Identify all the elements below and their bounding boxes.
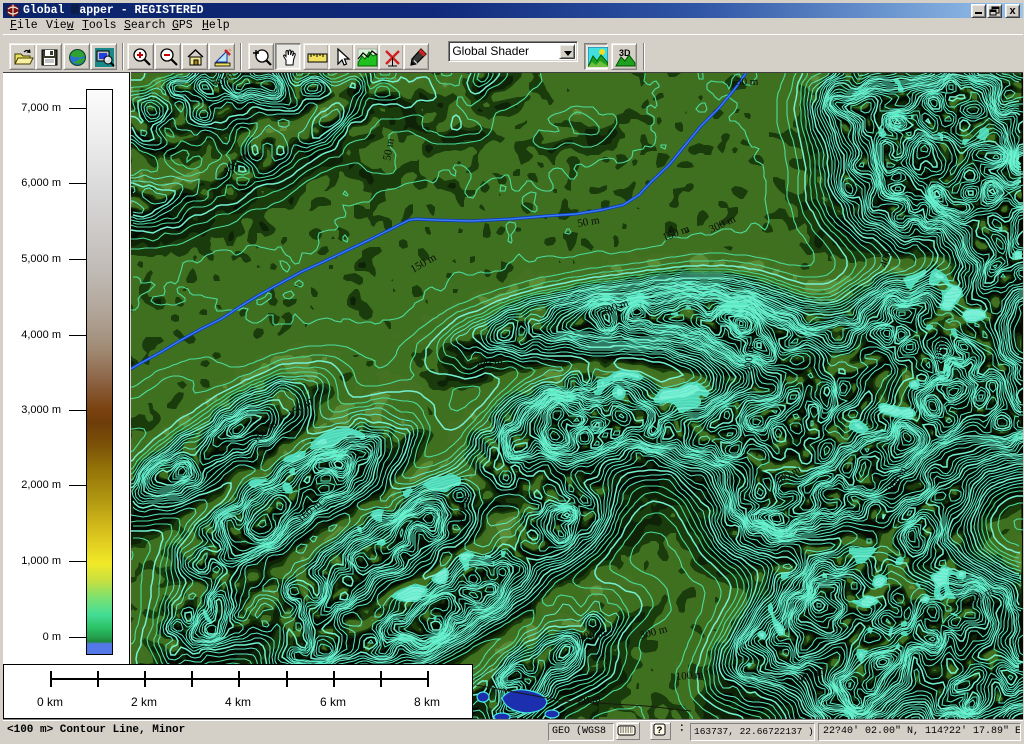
svg-text:?: ?: [656, 726, 662, 737]
svg-text:30 m: 30 m: [736, 76, 759, 88]
svg-text:100 m: 100 m: [742, 344, 756, 373]
svg-text:100 m: 100 m: [675, 669, 704, 683]
